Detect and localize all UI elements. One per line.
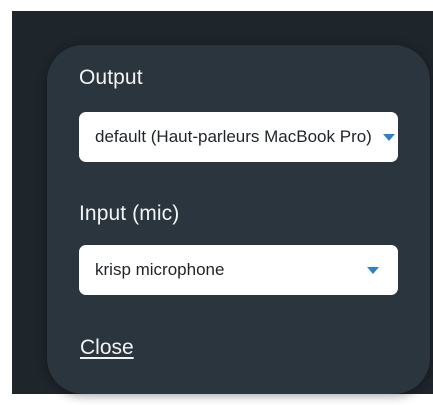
caret-down-icon [383, 134, 395, 141]
input-device-value: krisp microphone [95, 260, 225, 279]
close-link[interactable]: Close [80, 335, 134, 361]
input-device-select[interactable]: krisp microphone [79, 245, 398, 295]
app-background: Output default (Haut-parleurs MacBook Pr… [12, 11, 433, 394]
caret-down-icon [367, 267, 379, 274]
output-device-select[interactable]: default (Haut-parleurs MacBook Pro) [79, 112, 398, 162]
output-device-value: default (Haut-parleurs MacBook Pro) [95, 127, 372, 146]
audio-settings-panel: Output default (Haut-parleurs MacBook Pr… [47, 45, 430, 394]
output-label: Output [79, 66, 143, 89]
input-mic-label: Input (mic) [79, 202, 180, 225]
